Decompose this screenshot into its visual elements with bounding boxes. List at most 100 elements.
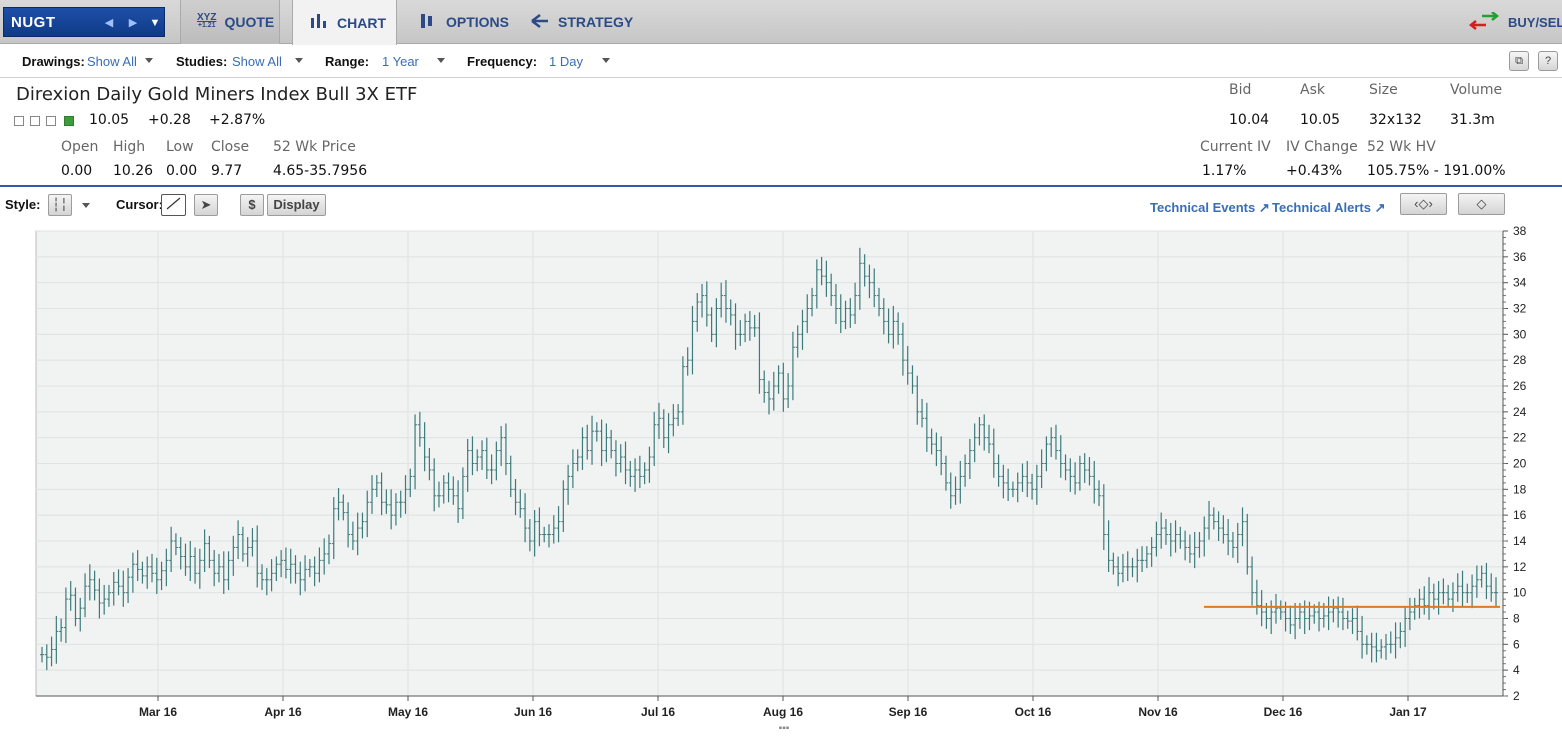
buy-sell-arrows-icon bbox=[1468, 11, 1500, 33]
y-tick-label: 34 bbox=[1513, 276, 1527, 290]
symbol-text: NUGT bbox=[11, 14, 56, 31]
net-change: +0.28 bbox=[148, 112, 191, 128]
y-tick-label: 26 bbox=[1513, 379, 1527, 393]
technical-alerts-label: Technical Alerts bbox=[1272, 200, 1371, 215]
drawings-label: Drawings: bbox=[22, 54, 85, 69]
y-tick-label: 16 bbox=[1513, 508, 1527, 522]
x-tick-label: May 16 bbox=[388, 705, 428, 719]
last-price: 10.05 bbox=[89, 112, 130, 128]
y-tick-label: 2 bbox=[1513, 689, 1520, 703]
resize-handle-icon: ▪▪▪ bbox=[779, 723, 790, 734]
x-tick-label: Jul 16 bbox=[641, 705, 675, 719]
tab-chart-label: CHART bbox=[337, 14, 386, 31]
quote-icon-label: XYZ bbox=[197, 12, 217, 23]
y-tick-label: 36 bbox=[1513, 250, 1527, 264]
x-tick-label: Jun 16 bbox=[514, 705, 552, 719]
x-tick-label: Nov 16 bbox=[1138, 705, 1178, 719]
strategy-icon bbox=[530, 13, 550, 31]
cursor-label: Cursor: bbox=[116, 197, 163, 212]
52wk-price-value: 4.65-35.7956 bbox=[273, 163, 368, 179]
collapse-icon[interactable] bbox=[14, 116, 24, 126]
tab-options[interactable]: OPTIONS bbox=[420, 0, 509, 44]
open-value: 0.00 bbox=[61, 163, 93, 179]
y-tick-label: 20 bbox=[1513, 457, 1527, 471]
dollar-button[interactable]: $ bbox=[240, 194, 264, 216]
high-value: 10.26 bbox=[113, 163, 154, 179]
x-tick-label: Oct 16 bbox=[1015, 705, 1052, 719]
studies-dropdown-icon[interactable] bbox=[295, 58, 303, 63]
chart-toolbar: Drawings: Show All Studies: Show All Ran… bbox=[0, 45, 1562, 78]
y-tick-label: 4 bbox=[1513, 663, 1520, 677]
y-tick-label: 38 bbox=[1513, 225, 1527, 238]
y-tick-label: 28 bbox=[1513, 353, 1527, 367]
tab-strategy[interactable]: STRATEGY bbox=[530, 0, 633, 44]
x-tick-label: Apr 16 bbox=[264, 705, 302, 719]
studies-value[interactable]: Show All bbox=[232, 54, 282, 69]
help-icon[interactable]: ? bbox=[1538, 51, 1558, 71]
popout-icon[interactable]: ⧉ bbox=[1509, 51, 1529, 71]
frequency-label: Frequency: bbox=[467, 54, 538, 69]
volume-value: 31.3m bbox=[1450, 112, 1495, 128]
y-tick-label: 14 bbox=[1513, 534, 1527, 548]
technical-events-link[interactable]: Technical Events ↗ bbox=[1150, 200, 1270, 216]
options-icon bbox=[420, 13, 438, 31]
tab-strategy-label: STRATEGY bbox=[558, 14, 634, 30]
y-tick-label: 10 bbox=[1513, 586, 1527, 600]
zoom-vertical-icon[interactable]: ◇ bbox=[1458, 193, 1505, 215]
technical-alerts-link[interactable]: Technical Alerts ↗ bbox=[1272, 200, 1386, 216]
y-tick-label: 30 bbox=[1513, 327, 1527, 341]
frequency-value[interactable]: 1 Day bbox=[549, 54, 583, 69]
bar-chart-icon bbox=[311, 14, 329, 31]
bid-value: 10.04 bbox=[1229, 112, 1270, 128]
range-value[interactable]: 1 Year bbox=[382, 54, 419, 69]
prev-symbol-icon[interactable]: ◀ bbox=[102, 16, 116, 30]
price-chart[interactable]: 2468101214161820222426283032343638Mar 16… bbox=[0, 225, 1562, 737]
size-value: 32x132 bbox=[1369, 112, 1422, 128]
buy-sell-button[interactable]: BUY/SEL bbox=[1468, 11, 1562, 33]
status-square-icon bbox=[64, 116, 74, 126]
tab-quote-label: QUOTE bbox=[224, 14, 275, 30]
quote-icon-sub: +1.21 bbox=[197, 22, 216, 29]
tab-quote[interactable]: XYZ +1.21 QUOTE bbox=[180, 0, 280, 44]
size-label: Size bbox=[1369, 82, 1398, 98]
range-dropdown-icon[interactable] bbox=[437, 58, 445, 63]
symbol-selector[interactable]: NUGT ◀ ▶ ▼ bbox=[3, 7, 165, 37]
current-iv-value: 1.17% bbox=[1202, 163, 1247, 179]
tab-options-label: OPTIONS bbox=[446, 14, 510, 30]
y-tick-label: 6 bbox=[1513, 637, 1520, 651]
quote-icon: XYZ +1.21 bbox=[197, 12, 217, 30]
style-dropdown-icon[interactable] bbox=[82, 203, 90, 208]
y-tick-label: 8 bbox=[1513, 612, 1520, 626]
cursor-line-icon[interactable] bbox=[161, 194, 186, 216]
x-tick-label: Mar 16 bbox=[139, 705, 177, 719]
expand-icon[interactable] bbox=[30, 116, 40, 126]
range-label: Range: bbox=[325, 54, 370, 69]
display-button[interactable]: Display bbox=[267, 194, 326, 216]
tab-chart[interactable]: CHART bbox=[292, 0, 397, 45]
y-tick-label: 18 bbox=[1513, 482, 1527, 496]
bid-label: Bid bbox=[1229, 82, 1252, 98]
high-label: High bbox=[113, 139, 146, 155]
low-value: 0.00 bbox=[166, 163, 198, 179]
technical-events-label: Technical Events bbox=[1150, 200, 1256, 215]
symbol-dropdown-icon[interactable]: ▼ bbox=[148, 16, 162, 30]
quote-header: Direxion Daily Gold Miners Index Bull 3X… bbox=[0, 79, 1562, 187]
style-label: Style: bbox=[5, 197, 41, 212]
app-window: NUGT ◀ ▶ ▼ XYZ +1.21 QUOTE CHART OPTIONS bbox=[0, 0, 1562, 737]
detach-icon[interactable] bbox=[46, 116, 56, 126]
x-tick-label: Jan 17 bbox=[1389, 705, 1427, 719]
52wk-price-label: 52 Wk Price bbox=[273, 139, 356, 155]
percent-change: +2.87% bbox=[209, 112, 266, 128]
style-bar-icon[interactable]: ┆╎ bbox=[48, 194, 72, 216]
low-label: Low bbox=[166, 139, 194, 155]
x-tick-label: Dec 16 bbox=[1264, 705, 1303, 719]
volume-label: Volume bbox=[1450, 82, 1503, 98]
cursor-pointer-icon[interactable]: ➤ bbox=[194, 194, 218, 216]
frequency-dropdown-icon[interactable] bbox=[602, 58, 610, 63]
next-symbol-icon[interactable]: ▶ bbox=[126, 16, 140, 30]
zoom-horizontal-icon[interactable]: ‹◇› bbox=[1400, 193, 1447, 215]
drawings-value[interactable]: Show All bbox=[87, 54, 137, 69]
y-tick-label: 24 bbox=[1513, 405, 1527, 419]
drawings-dropdown-icon[interactable] bbox=[145, 58, 153, 63]
buy-sell-label: BUY/SEL bbox=[1508, 15, 1562, 30]
